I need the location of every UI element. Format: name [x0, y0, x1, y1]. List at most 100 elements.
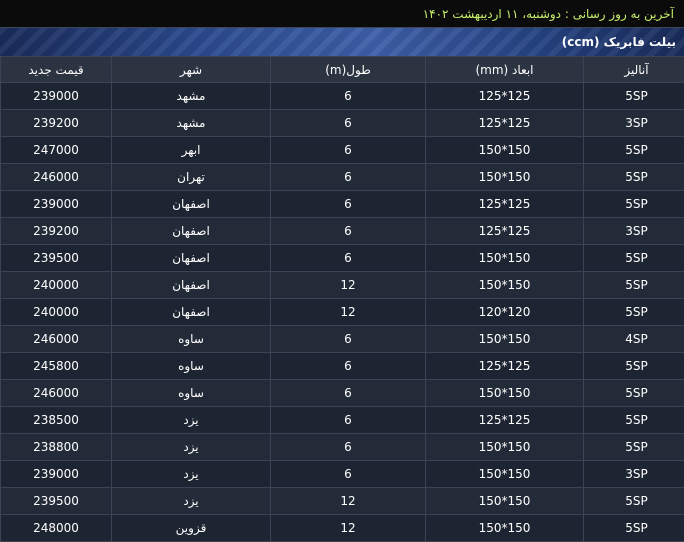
table-row: 240000اصفهان12150*1505SP: [1, 272, 684, 299]
price-cell: 239000: [1, 191, 112, 218]
dimension-cell: 150*150: [426, 380, 584, 407]
length-cell: 6: [271, 191, 426, 218]
table-row: 238500یزد6125*1255SP: [1, 407, 684, 434]
length-cell: 6: [271, 110, 426, 137]
grade-cell: 4SP: [584, 326, 684, 353]
city-cell: تهران: [112, 164, 271, 191]
dimension-cell: 125*125: [426, 83, 584, 110]
table-row: 240000اصفهان12120*1205SP: [1, 299, 684, 326]
length-cell: 6: [271, 380, 426, 407]
price-table: قیمت جدید شهر طول(m) ابعاد (mm) آنالیز 2…: [0, 56, 684, 542]
price-cell: 238800: [1, 434, 112, 461]
column-header-grade[interactable]: آنالیز: [584, 57, 684, 83]
price-cell: 245800: [1, 353, 112, 380]
price-cell: 238500: [1, 407, 112, 434]
price-cell: 248000: [1, 515, 112, 542]
price-cell: 246000: [1, 326, 112, 353]
length-cell: 6: [271, 218, 426, 245]
table-row: 246000ساوه6150*1504SP: [1, 326, 684, 353]
update-bar: آخرین به روز رسانی : دوشنبه، ۱۱ اردیبهشت…: [0, 0, 684, 28]
grade-cell: 5SP: [584, 299, 684, 326]
price-cell: 239500: [1, 245, 112, 272]
table-body: 239000مشهد6125*1255SP239200مشهد6125*1253…: [1, 83, 684, 542]
price-cell: 240000: [1, 299, 112, 326]
dimension-cell: 125*125: [426, 353, 584, 380]
dimension-cell: 150*150: [426, 488, 584, 515]
city-cell: اصفهان: [112, 245, 271, 272]
dimension-cell: 125*125: [426, 218, 584, 245]
city-cell: یزد: [112, 434, 271, 461]
column-header-length[interactable]: طول(m): [271, 57, 426, 83]
length-cell: 6: [271, 83, 426, 110]
table-row: 239200مشهد6125*1253SP: [1, 110, 684, 137]
length-cell: 6: [271, 434, 426, 461]
price-page: آخرین به روز رسانی : دوشنبه، ۱۱ اردیبهشت…: [0, 0, 684, 529]
table-row: 247000ابهر6150*1505SP: [1, 137, 684, 164]
city-cell: یزد: [112, 407, 271, 434]
table-row: 248000قزوین12150*1505SP: [1, 515, 684, 542]
grade-cell: 5SP: [584, 137, 684, 164]
price-cell: 239200: [1, 218, 112, 245]
dimension-cell: 150*150: [426, 272, 584, 299]
grade-cell: 5SP: [584, 272, 684, 299]
dimension-cell: 150*150: [426, 245, 584, 272]
table-title-bar: بیلت فابریک (ccm): [0, 28, 684, 56]
length-cell: 6: [271, 326, 426, 353]
city-cell: ساوه: [112, 380, 271, 407]
grade-cell: 5SP: [584, 191, 684, 218]
table-row: 238800یزد6150*1505SP: [1, 434, 684, 461]
grade-cell: 5SP: [584, 515, 684, 542]
price-cell: 246000: [1, 164, 112, 191]
column-header-price[interactable]: قیمت جدید: [1, 57, 112, 83]
table-row: 239000یزد6150*1503SP: [1, 461, 684, 488]
column-header-city[interactable]: شهر: [112, 57, 271, 83]
grade-cell: 5SP: [584, 353, 684, 380]
grade-cell: 5SP: [584, 83, 684, 110]
column-header-dimension[interactable]: ابعاد (mm): [426, 57, 584, 83]
price-cell: 246000: [1, 380, 112, 407]
length-cell: 6: [271, 164, 426, 191]
price-cell: 239500: [1, 488, 112, 515]
price-cell: 239200: [1, 110, 112, 137]
grade-cell: 5SP: [584, 380, 684, 407]
grade-cell: 3SP: [584, 218, 684, 245]
price-cell: 247000: [1, 137, 112, 164]
table-row: 246000تهران6150*1505SP: [1, 164, 684, 191]
grade-cell: 5SP: [584, 245, 684, 272]
table-row: 239500اصفهان6150*1505SP: [1, 245, 684, 272]
city-cell: قزوین: [112, 515, 271, 542]
length-cell: 12: [271, 488, 426, 515]
dimension-cell: 150*150: [426, 137, 584, 164]
dimension-cell: 125*125: [426, 110, 584, 137]
grade-cell: 5SP: [584, 434, 684, 461]
table-row: 239200اصفهان6125*1253SP: [1, 218, 684, 245]
length-cell: 12: [271, 272, 426, 299]
table-row: 239000اصفهان6125*1255SP: [1, 191, 684, 218]
city-cell: مشهد: [112, 110, 271, 137]
city-cell: ساوه: [112, 326, 271, 353]
table-header-row: قیمت جدید شهر طول(m) ابعاد (mm) آنالیز: [1, 57, 684, 83]
price-cell: 240000: [1, 272, 112, 299]
price-cell: 239000: [1, 83, 112, 110]
grade-cell: 5SP: [584, 164, 684, 191]
grade-cell: 5SP: [584, 407, 684, 434]
length-cell: 6: [271, 245, 426, 272]
grade-cell: 3SP: [584, 110, 684, 137]
city-cell: ابهر: [112, 137, 271, 164]
dimension-cell: 125*125: [426, 407, 584, 434]
city-cell: یزد: [112, 461, 271, 488]
table-row: 239500یزد12150*1505SP: [1, 488, 684, 515]
dimension-cell: 120*120: [426, 299, 584, 326]
dimension-cell: 150*150: [426, 164, 584, 191]
dimension-cell: 150*150: [426, 326, 584, 353]
table-row: 246000ساوه6150*1505SP: [1, 380, 684, 407]
last-update-text: آخرین به روز رسانی : دوشنبه، ۱۱ اردیبهشت…: [423, 7, 674, 21]
city-cell: ساوه: [112, 353, 271, 380]
length-cell: 12: [271, 515, 426, 542]
city-cell: یزد: [112, 488, 271, 515]
price-cell: 239000: [1, 461, 112, 488]
grade-cell: 3SP: [584, 461, 684, 488]
dimension-cell: 150*150: [426, 461, 584, 488]
city-cell: اصفهان: [112, 299, 271, 326]
length-cell: 6: [271, 137, 426, 164]
